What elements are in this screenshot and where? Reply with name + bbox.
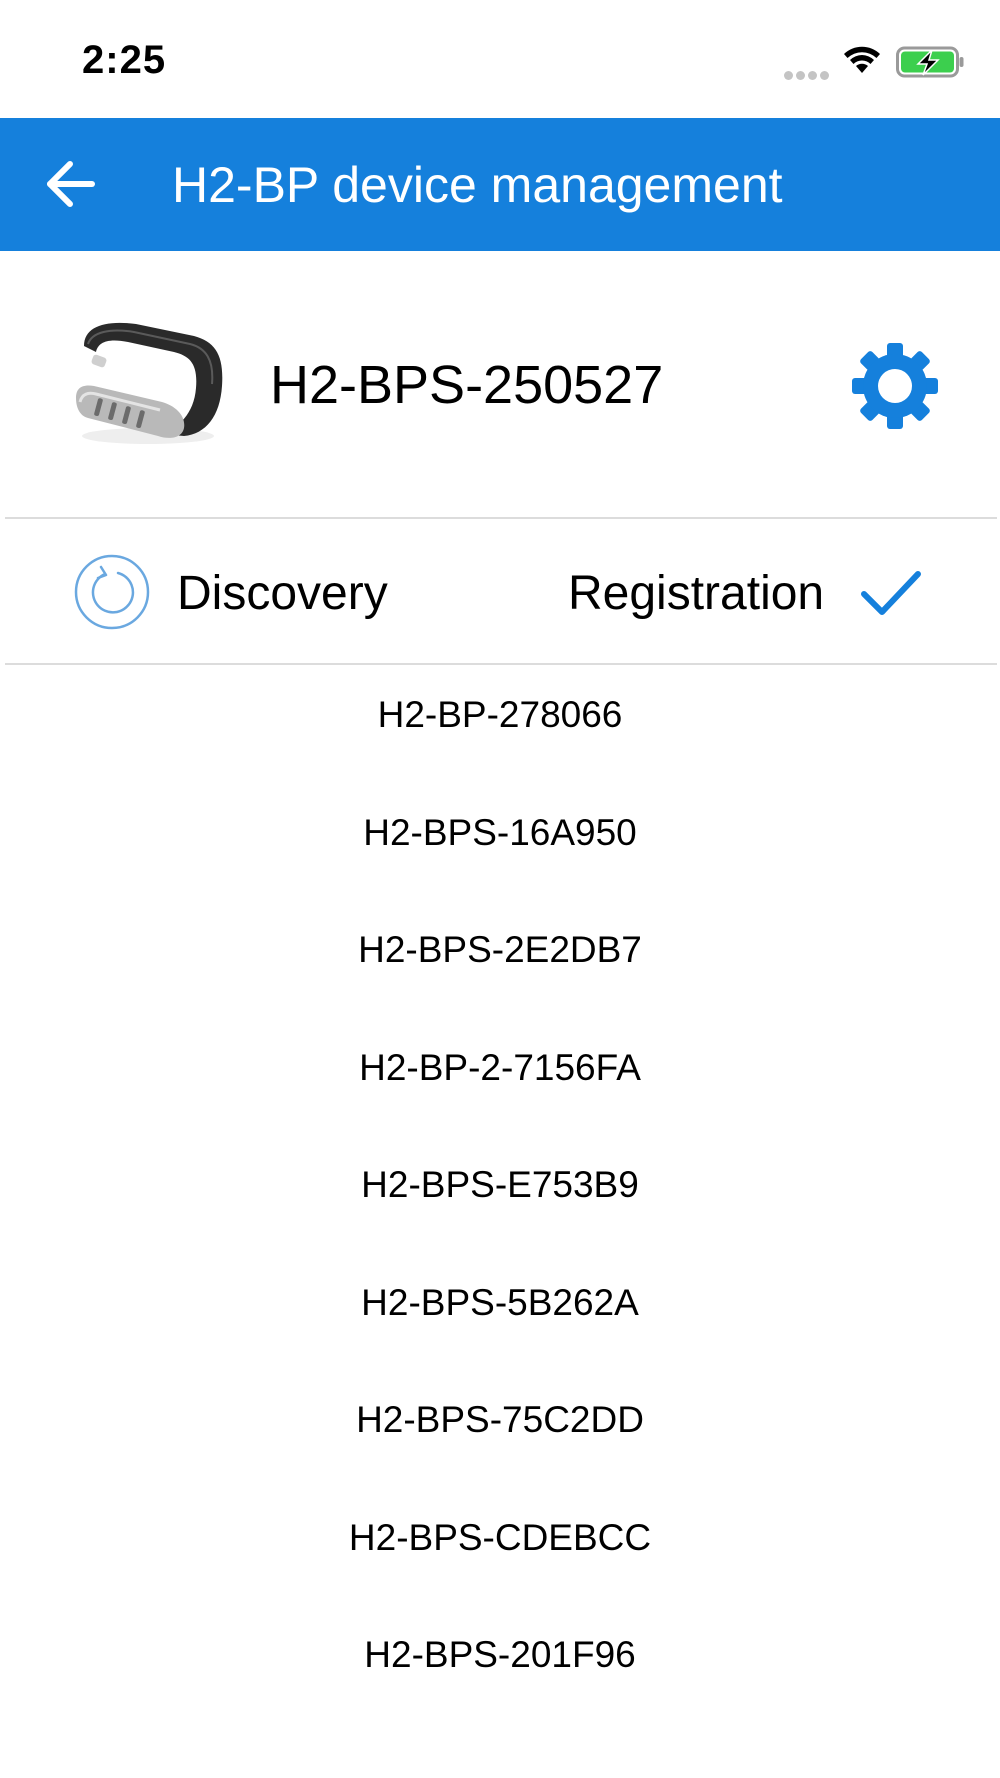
device-id-label: H2-BP-278066 xyxy=(377,694,623,735)
back-button[interactable] xyxy=(38,144,108,224)
device-id-label: H2-BPS-E753B9 xyxy=(361,1164,639,1205)
discovered-device-list: H2-BP-278066 H2-BPS-16A950 H2-BPS-2E2DB7… xyxy=(0,694,1000,1752)
list-item[interactable]: H2-BPS-75C2DD xyxy=(0,1399,1000,1517)
cellular-signal-icon xyxy=(784,67,832,80)
list-item[interactable]: H2-BPS-16A950 xyxy=(0,812,1000,930)
page-title: H2-BP device management xyxy=(172,157,783,213)
list-item[interactable]: H2-BPS-CDEBCC xyxy=(0,1517,1000,1635)
wifi-icon xyxy=(844,46,880,73)
list-item[interactable]: H2-BPS-E753B9 xyxy=(0,1164,1000,1282)
action-row: Discovery Registration xyxy=(0,518,1000,663)
list-item[interactable]: H2-BPS-2E2DB7 xyxy=(0,929,1000,1047)
wristband-device-image xyxy=(76,322,223,444)
device-id-label: H2-BPS-CDEBCC xyxy=(348,1516,652,1558)
device-id-label: H2-BPS-201F96 xyxy=(364,1634,636,1675)
current-device-header: H2-BPS-250527 xyxy=(0,251,1000,517)
settings-button[interactable] xyxy=(848,339,942,433)
list-item[interactable]: H2-BP-2-7156FA xyxy=(0,1047,1000,1165)
battery-charging-icon xyxy=(896,46,964,78)
divider xyxy=(5,663,997,665)
app-bar: H2-BP device management xyxy=(0,118,1000,251)
checkmark-icon xyxy=(861,571,921,615)
registration-label: Registration xyxy=(568,567,825,620)
discovery-label: Discovery xyxy=(177,567,388,620)
device-id-label: H2-BPS-16A950 xyxy=(363,811,637,853)
device-id-label: H2-BP-2-7156FA xyxy=(359,1046,641,1088)
status-time: 2:25 xyxy=(82,38,167,82)
device-id-label: H2-BPS-75C2DD xyxy=(356,1399,644,1440)
device-id-label: H2-BPS-2E2DB7 xyxy=(358,929,642,970)
device-name: H2-BPS-250527 xyxy=(270,355,664,415)
status-bar: 2:25 xyxy=(0,0,1000,118)
list-item[interactable]: H2-BP-278066 xyxy=(0,694,1000,812)
gear-icon xyxy=(852,343,938,429)
list-item[interactable]: H2-BPS-5B262A xyxy=(0,1282,1000,1400)
refresh-icon xyxy=(74,554,150,630)
arrow-left-icon xyxy=(47,161,95,207)
discovery-button[interactable]: Discovery xyxy=(72,552,412,632)
device-id-label: H2-BPS-5B262A xyxy=(361,1281,639,1323)
device-management-screen: 2:25 H2-BP device management H2-BPS-2505… xyxy=(0,0,1000,1778)
list-item[interactable]: H2-BPS-201F96 xyxy=(0,1634,1000,1752)
registration-button[interactable]: Registration xyxy=(568,552,928,632)
